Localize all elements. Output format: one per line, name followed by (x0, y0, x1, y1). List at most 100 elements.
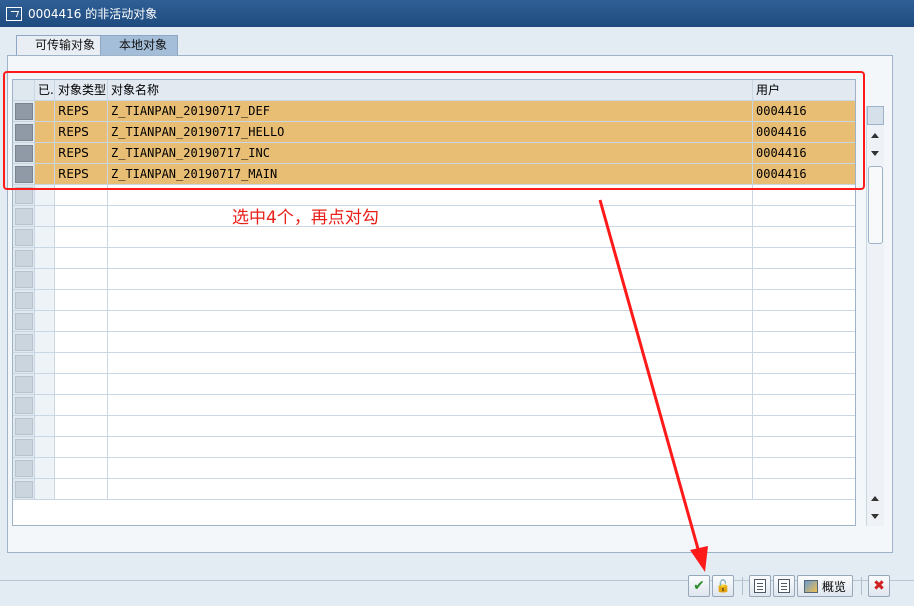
table-row-empty[interactable] (13, 458, 855, 479)
scroll-up-arrow-bottom-icon[interactable] (871, 496, 879, 501)
table-row-empty[interactable] (13, 311, 855, 332)
cancel-button[interactable]: ✖ (868, 575, 891, 597)
select-all-cell[interactable] (13, 80, 35, 100)
row-select-box[interactable] (14, 186, 33, 204)
type-cell (55, 332, 108, 352)
table-row-empty[interactable] (13, 332, 855, 353)
tab-transportable-objects[interactable]: 可传输对象 (16, 35, 107, 55)
row-select-box[interactable] (14, 333, 33, 351)
object-list-button[interactable] (773, 575, 795, 597)
row-selector[interactable] (13, 332, 35, 352)
row-select-box[interactable] (14, 102, 33, 120)
table-row[interactable]: REPS Z_TIANPAN_20190717_HELLO 0004416 (13, 122, 855, 143)
table-row-empty[interactable] (13, 185, 855, 206)
confirm-button[interactable]: ✔ (688, 575, 710, 597)
type-cell: REPS (55, 143, 108, 163)
table-row-empty[interactable] (13, 206, 855, 227)
row-select-box[interactable] (14, 144, 33, 162)
table-row[interactable]: REPS Z_TIANPAN_20190717_INC 0004416 (13, 143, 855, 164)
table-row-empty[interactable] (13, 416, 855, 437)
row-select-box[interactable] (14, 123, 33, 141)
display-object-button[interactable] (749, 575, 771, 597)
name-cell (108, 353, 753, 373)
check-icon: ✔ (693, 578, 705, 594)
row-selector[interactable] (13, 353, 35, 373)
table-row[interactable]: REPS Z_TIANPAN_20190717_MAIN 0004416 (13, 164, 855, 185)
row-select-box[interactable] (14, 480, 33, 498)
scroll-top-button[interactable] (867, 106, 884, 125)
overview-button[interactable]: 概览 (797, 575, 854, 597)
name-cell (108, 479, 753, 499)
row-selector[interactable] (13, 311, 35, 331)
table-row-empty[interactable] (13, 227, 855, 248)
table-row[interactable]: REPS Z_TIANPAN_20190717_DEF 0004416 (13, 101, 855, 122)
row-select-box[interactable] (14, 165, 33, 183)
vertical-scrollbar[interactable] (866, 106, 884, 526)
row-select-box[interactable] (14, 375, 33, 393)
type-cell (55, 269, 108, 289)
row-select-box[interactable] (14, 438, 33, 456)
row-selector[interactable] (13, 101, 35, 121)
scroll-down-arrow-bottom-icon[interactable] (871, 514, 879, 519)
row-select-box[interactable] (14, 312, 33, 330)
row-selector[interactable] (13, 122, 35, 142)
type-cell (55, 353, 108, 373)
toolbar-separator (742, 577, 743, 595)
row-selector[interactable] (13, 437, 35, 457)
table-row-empty[interactable] (13, 290, 855, 311)
column-header-user[interactable]: 用户 (753, 80, 855, 100)
scroll-thumb[interactable] (868, 166, 883, 244)
row-select-box[interactable] (14, 291, 33, 309)
table-row-empty[interactable] (13, 437, 855, 458)
table-row-empty[interactable] (13, 248, 855, 269)
row-selector[interactable] (13, 227, 35, 247)
table-row-empty[interactable] (13, 353, 855, 374)
row-selector[interactable] (13, 185, 35, 205)
row-select-box[interactable] (14, 270, 33, 288)
type-cell (55, 458, 108, 478)
row-select-box[interactable] (14, 249, 33, 267)
row-selector[interactable] (13, 374, 35, 394)
scroll-up-arrow-icon[interactable] (871, 133, 879, 138)
overview-label: 概览 (822, 579, 847, 594)
row-selector[interactable] (13, 269, 35, 289)
row-select-box[interactable] (14, 354, 33, 372)
row-selector[interactable] (13, 143, 35, 163)
user-cell: 0004416 (756, 167, 807, 181)
column-header-name[interactable]: 对象名称 (108, 80, 753, 100)
row-selector[interactable] (13, 248, 35, 268)
dialog-window: 可传输对象 本地对象 已. 对象类型 对象名称 用户 REPS Z_TIANPAN… (0, 27, 914, 606)
row-select-box[interactable] (14, 228, 33, 246)
row-select-box[interactable] (14, 459, 33, 477)
row-selector[interactable] (13, 395, 35, 415)
done-cell (35, 353, 55, 373)
table-row-empty[interactable] (13, 479, 855, 500)
done-cell (35, 374, 55, 394)
table-row-empty[interactable] (13, 269, 855, 290)
row-selector[interactable] (13, 290, 35, 310)
row-select-box[interactable] (14, 417, 33, 435)
name-cell (108, 437, 753, 457)
toolbar-separator-2 (861, 577, 863, 595)
scroll-down-arrow-icon[interactable] (871, 151, 879, 156)
user-cell (753, 269, 855, 289)
column-header-type[interactable]: 对象类型 (55, 80, 108, 100)
row-selector[interactable] (13, 479, 35, 499)
row-select-box[interactable] (14, 396, 33, 414)
name-cell: Z_TIANPAN_20190717_INC (108, 143, 753, 163)
tab-local-objects[interactable]: 本地对象 (100, 35, 179, 55)
table-row-empty[interactable] (13, 395, 855, 416)
done-cell (35, 248, 55, 268)
type-cell: REPS (55, 101, 108, 121)
row-selector[interactable] (13, 458, 35, 478)
row-selector[interactable] (13, 206, 35, 226)
row-select-box[interactable] (14, 207, 33, 225)
user-cell (753, 332, 855, 352)
doc-icon (754, 579, 766, 593)
activate-anyway-button[interactable]: 🔓 (712, 575, 734, 597)
type-cell (55, 290, 108, 310)
row-selector[interactable] (13, 164, 35, 184)
row-selector[interactable] (13, 416, 35, 436)
column-header-done[interactable]: 已. (35, 80, 55, 100)
table-row-empty[interactable] (13, 374, 855, 395)
